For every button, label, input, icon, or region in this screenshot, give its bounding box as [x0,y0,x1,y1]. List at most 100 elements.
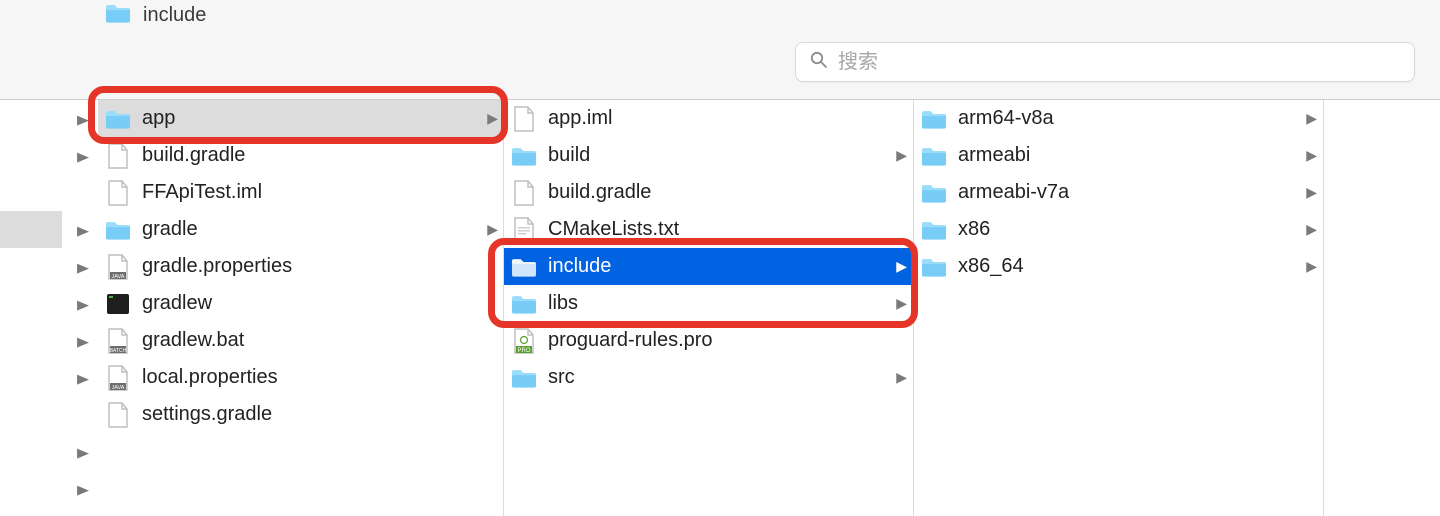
chevron-right-icon: ▶ [1301,147,1317,164]
list-item[interactable]: include▶ [504,248,913,285]
item-label: armeabi [958,144,1301,167]
gutter [0,100,62,516]
file-icon [510,181,538,205]
folder-icon [920,181,948,205]
disclosure-arrow-icon[interactable]: ▶ [75,149,92,165]
file-icon [104,403,132,427]
disclosure-arrow-icon[interactable]: ▶ [75,112,92,128]
list-item[interactable]: build.gradle [98,137,504,174]
folder-icon [510,292,538,316]
list-item[interactable]: gradle.properties [98,248,504,285]
file-icon [104,181,132,205]
path-current-folder: include [105,2,206,29]
list-item[interactable]: app▶ [98,100,504,137]
item-label: app.iml [548,107,907,130]
folder-icon [104,107,132,131]
list-item[interactable]: arm64-v8a▶ [914,100,1323,137]
folder-icon [510,255,538,279]
list-item[interactable]: x86_64▶ [914,248,1323,285]
folder-icon [105,2,131,29]
toolbar: include [0,0,1440,100]
list-item[interactable]: src▶ [504,359,913,396]
file-icon [104,144,132,168]
item-label: settings.gradle [142,403,498,426]
column-2[interactable]: app.imlbuild▶build.gradleCMakeLists.txti… [504,100,914,516]
cmake-icon [510,218,538,242]
folder-icon [510,144,538,168]
list-item[interactable]: armeabi▶ [914,137,1323,174]
item-label: include [548,255,891,278]
item-label: libs [548,292,891,315]
list-item[interactable]: build▶ [504,137,913,174]
file-icon [510,107,538,131]
disclosure-arrow-icon[interactable]: ▶ [75,297,92,313]
chevron-right-icon: ▶ [1301,184,1317,201]
list-item[interactable]: CMakeLists.txt [504,211,913,248]
list-item[interactable]: gradlew.bat [98,322,504,359]
list-item[interactable]: local.properties [98,359,504,396]
list-item[interactable]: x86▶ [914,211,1323,248]
chevron-right-icon: ▶ [482,110,498,127]
list-item[interactable]: app.iml [504,100,913,137]
folder-icon [920,218,948,242]
item-label: build.gradle [548,181,907,204]
folder-icon [104,218,132,242]
disclosure-arrow-icon[interactable]: ▶ [75,260,92,276]
path-current-folder-label: include [143,4,206,27]
disclosure-arrow-icon[interactable]: ▶ [75,482,92,498]
search-icon [810,51,828,74]
batch-icon [104,329,132,353]
column-3[interactable]: arm64-v8a▶armeabi▶armeabi-v7a▶x86▶x86_64… [914,100,1324,516]
finder-columns: ▶▶▶▶▶▶▶▶▶ app▶build.gradleFFApiTest.imlg… [0,100,1440,516]
item-label: CMakeLists.txt [548,218,907,241]
chevron-right-icon: ▶ [482,221,498,238]
item-label: app [142,107,482,130]
item-label: gradlew.bat [142,329,498,352]
item-label: build [548,144,891,167]
terminal-icon [104,292,132,316]
java-icon [104,366,132,390]
search-field[interactable] [795,42,1415,82]
chevron-right-icon: ▶ [1301,110,1317,127]
item-label: gradle [142,218,482,241]
disclosure-arrow-icon[interactable]: ▶ [75,445,92,461]
item-label: proguard-rules.pro [548,329,907,352]
item-label: build.gradle [142,144,498,167]
item-label: x86 [958,218,1301,241]
chevron-right-icon: ▶ [1301,221,1317,238]
search-input[interactable] [838,51,1400,74]
column-1[interactable]: app▶build.gradleFFApiTest.imlgradle▶grad… [98,100,504,516]
list-item[interactable]: gradle▶ [98,211,504,248]
item-label: x86_64 [958,255,1301,278]
chevron-right-icon: ▶ [1301,258,1317,275]
folder-icon [920,255,948,279]
disclosure-arrow-icon[interactable]: ▶ [75,371,92,387]
folder-icon [510,366,538,390]
list-item[interactable]: libs▶ [504,285,913,322]
disclosure-arrow-icon[interactable]: ▶ [75,223,92,239]
item-label: gradlew [142,292,498,315]
list-item[interactable]: settings.gradle [98,396,504,433]
item-label: FFApiTest.iml [142,181,498,204]
item-label: armeabi-v7a [958,181,1301,204]
item-label: gradle.properties [142,255,498,278]
selection-gutter-marker [0,211,62,248]
list-item[interactable]: proguard-rules.pro [504,322,913,359]
folder-icon [920,144,948,168]
chevron-right-icon: ▶ [891,147,907,164]
chevron-right-icon: ▶ [891,258,907,275]
list-item[interactable]: gradlew [98,285,504,322]
folder-icon [920,107,948,131]
item-label: src [548,366,891,389]
java-icon [104,255,132,279]
chevron-right-icon: ▶ [891,369,907,386]
pro-icon [510,329,538,353]
column-1-disclosure-gutter: ▶ ▶ ▶ ▶ ▶ ▶ ▶ ▶ ▶ [62,100,98,516]
disclosure-arrow-icon[interactable]: ▶ [75,334,92,350]
list-item[interactable]: build.gradle [504,174,913,211]
item-label: local.properties [142,366,498,389]
chevron-right-icon: ▶ [891,295,907,312]
list-item[interactable]: armeabi-v7a▶ [914,174,1323,211]
list-item[interactable]: FFApiTest.iml [98,174,504,211]
item-label: arm64-v8a [958,107,1301,130]
